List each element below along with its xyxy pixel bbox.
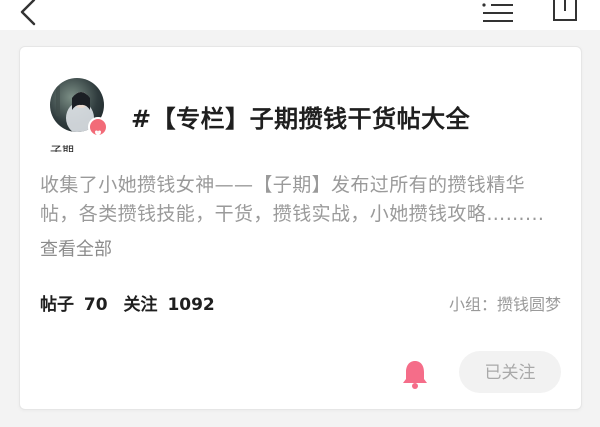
topic-stats: 帖子 70 关注 1092: [40, 290, 219, 315]
list-icon[interactable]: [479, 1, 517, 25]
top-navigation-bar: [0, 0, 600, 30]
posts-count: 70: [83, 295, 108, 315]
bell-icon[interactable]: [401, 358, 429, 390]
follows-count: 1092: [167, 295, 215, 315]
description-line-2: 帖，各类攒钱技能，干货，攒钱实战，小她攒钱攻略……...: [40, 203, 545, 225]
group-link[interactable]: 小组：攒钱圆梦: [449, 291, 561, 315]
description-line-1: 收集了小她攒钱女神——【子期】发布过所有的攒钱精华: [40, 174, 526, 196]
see-all-link[interactable]: 查看全部: [40, 235, 112, 261]
chevron-left-icon[interactable]: [14, 0, 44, 26]
share-icon[interactable]: [550, 0, 580, 24]
owner-name: 子期: [50, 144, 75, 152]
topic-card: 子期 #【专栏】子期攒钱干货帖大全 收集了小她攒钱女神——【子期】发布过所有的攒…: [19, 46, 582, 410]
posts-label: 帖子: [40, 295, 74, 315]
follows-label: 关注: [123, 295, 158, 315]
topic-title: #【专栏】子期攒钱干货帖大全: [131, 105, 471, 133]
topic-description: 收集了小她攒钱女神——【子期】发布过所有的攒钱精华 帖，各类攒钱技能，干货，攒钱…: [40, 171, 565, 229]
followed-button[interactable]: 已关注: [459, 351, 561, 393]
verified-badge-icon: [88, 117, 108, 137]
